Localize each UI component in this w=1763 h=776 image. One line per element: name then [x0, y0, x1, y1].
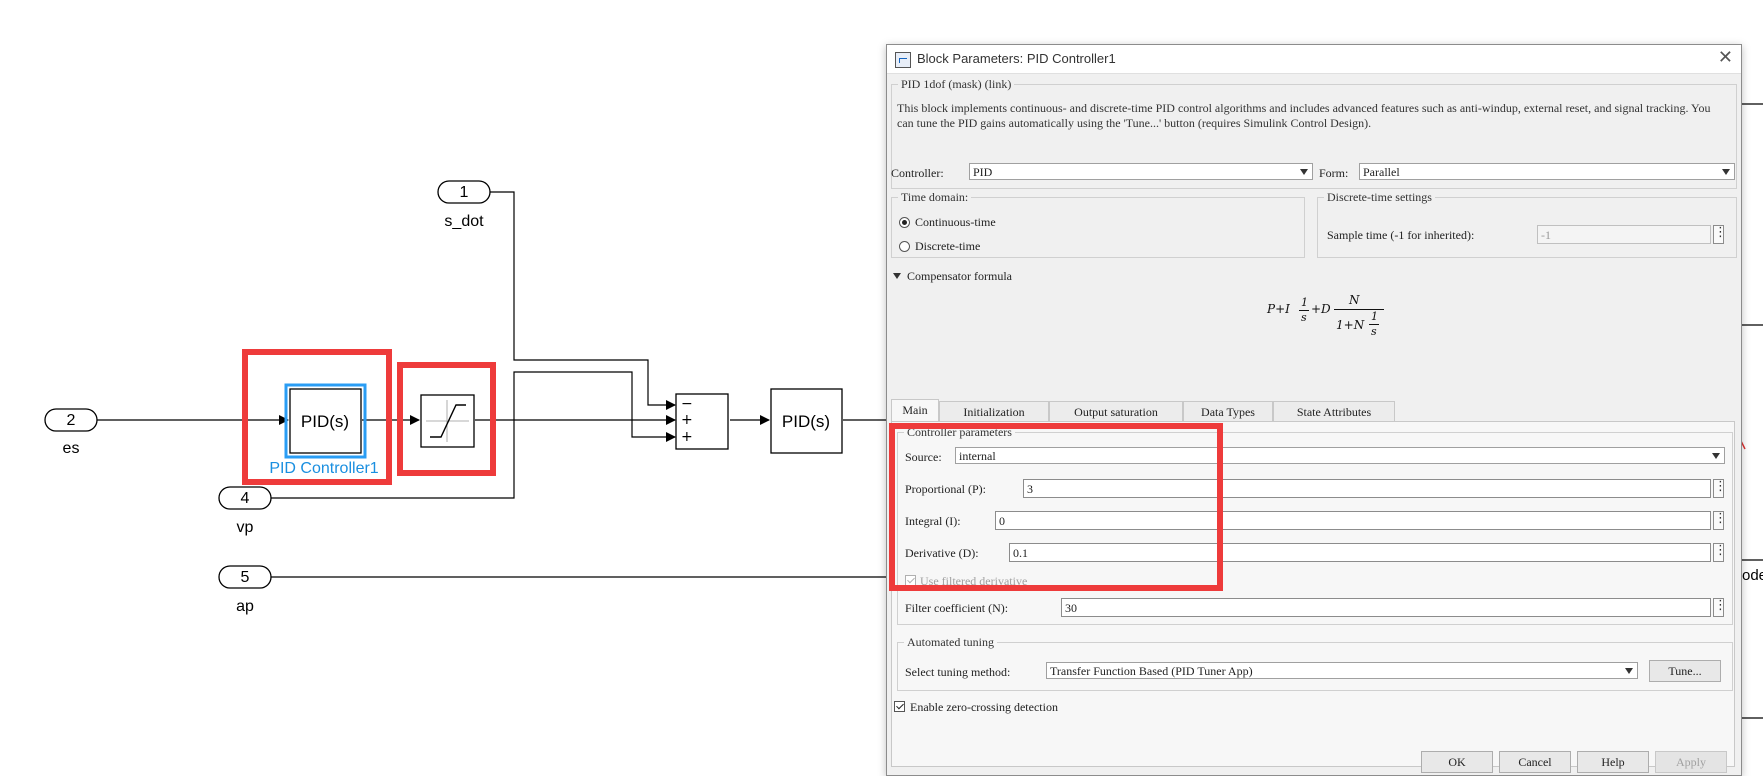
pid-block-name: PID Controller1 [269, 460, 378, 477]
formula-den-frac-num: 1 [1371, 310, 1378, 323]
source-value: internal [959, 449, 996, 463]
tune-button[interactable]: Tune... [1649, 660, 1721, 682]
tuning-method-select[interactable]: Transfer Function Based (PID Tuner App) [1046, 662, 1638, 679]
automated-tuning-title: Automated tuning [907, 635, 994, 649]
form-label: Form: [1319, 166, 1349, 180]
more-options-icon[interactable] [1713, 598, 1724, 617]
inport-number: 4 [241, 490, 250, 507]
controller-label: Controller: [891, 166, 944, 180]
inport-name: s_dot [444, 213, 484, 230]
pid-block-2[interactable]: PID(s) [770, 388, 843, 454]
proportional-field[interactable]: 3 [1023, 479, 1711, 498]
derivative-label: Derivative (D): [905, 546, 979, 560]
tuning-method-label: Select tuning method: [905, 665, 1011, 679]
form-value: Parallel [1363, 165, 1400, 179]
inport-name: vp [237, 519, 254, 536]
more-options-icon[interactable] [1713, 511, 1724, 530]
inport-ap[interactable]: 5 [218, 565, 272, 589]
controller-parameters-title: Controller parameters [907, 425, 1012, 439]
help-button[interactable]: Help [1577, 751, 1649, 773]
sum-sign: − [681, 396, 693, 412]
chevron-down-icon [1722, 169, 1730, 175]
inport-number: 5 [241, 569, 250, 586]
form-select[interactable]: Parallel [1359, 163, 1735, 180]
proportional-label: Proportional (P): [905, 482, 986, 496]
tab-initialization[interactable]: Initialization [939, 401, 1049, 421]
discrete-time-radio[interactable] [899, 241, 910, 252]
collapse-triangle-icon[interactable] [893, 273, 901, 279]
saturation-block[interactable] [420, 394, 475, 448]
sample-time-label: Sample time (-1 for inherited): [1327, 228, 1475, 242]
block-description: This block implements continuous- and di… [897, 101, 1711, 130]
chevron-down-icon [1300, 169, 1308, 175]
filter-coefficient-label: Filter coefficient (N): [905, 601, 1009, 615]
block-parameters-dialog[interactable]: Block Parameters: PID Controller1 ✕ PID … [886, 44, 1742, 776]
formula-frac-num: 1 [1301, 296, 1308, 309]
more-options-icon[interactable] [1713, 225, 1724, 244]
zero-crossing-checkbox[interactable] [894, 701, 905, 712]
mask-group-title: PID 1dof (mask) (link) [901, 77, 1012, 91]
inport-es[interactable]: 2 [44, 408, 98, 432]
source-label: Source: [905, 450, 942, 464]
sum-sign: + [681, 429, 693, 445]
inport-s-dot[interactable]: 1 [437, 180, 491, 204]
tab-main[interactable]: Main [891, 399, 939, 421]
chevron-down-icon [1712, 453, 1720, 459]
pid-controller1-block[interactable]: PID(s) [284, 383, 367, 459]
controller-select[interactable]: PID [969, 163, 1313, 180]
cancel-button[interactable]: Cancel [1499, 751, 1571, 773]
formula-p-i: P+I [1267, 302, 1290, 316]
use-filtered-derivative-label: Use filtered derivative [920, 574, 1028, 588]
discrete-time-settings-group: Discrete-time settings [1317, 190, 1737, 258]
discrete-settings-title: Discrete-time settings [1327, 190, 1432, 204]
derivative-field[interactable]: 0.1 [1009, 543, 1711, 562]
tab-data-types[interactable]: Data Types [1183, 401, 1273, 421]
tuning-method-value: Transfer Function Based (PID Tuner App) [1050, 664, 1253, 678]
filter-coefficient-field[interactable]: 30 [1061, 598, 1711, 617]
formula-den-frac-den: s [1371, 325, 1377, 338]
integral-label: Integral (I): [905, 514, 961, 528]
chevron-down-icon [1625, 668, 1633, 674]
zero-crossing-label: Enable zero-crossing detection [910, 700, 1058, 714]
formula-frac-den: s [1301, 311, 1307, 324]
continuous-time-label: Continuous-time [915, 215, 996, 229]
formula-num: N [1349, 293, 1360, 307]
sum-sign: + [681, 412, 693, 428]
right-edge-lines [1740, 103, 1763, 719]
controller-value: PID [973, 165, 993, 179]
simulink-app-icon [895, 52, 911, 68]
inport-name: es [63, 440, 80, 457]
continuous-time-radio[interactable] [899, 217, 910, 228]
formula-d: +D [1311, 302, 1331, 316]
pid-block-label: PID(s) [301, 412, 349, 431]
compensator-formula-label: Compensator formula [907, 269, 1012, 283]
tab-output-saturation[interactable]: Output saturation [1049, 401, 1183, 421]
formula-den: 1+N [1336, 318, 1365, 332]
sum-block[interactable]: − + + [675, 393, 729, 450]
more-options-icon[interactable] [1713, 479, 1724, 498]
inport-number: 1 [460, 184, 469, 201]
discrete-time-label: Discrete-time [915, 239, 981, 253]
apply-button[interactable]: Apply [1655, 751, 1727, 773]
inport-number: 2 [67, 412, 76, 429]
inport-name: ap [236, 598, 254, 615]
source-select[interactable]: internal [955, 447, 1725, 464]
dialog-titlebar[interactable]: Block Parameters: PID Controller1 ✕ [887, 45, 1741, 74]
ok-button[interactable]: OK [1421, 751, 1493, 773]
pid2-block-label: PID(s) [782, 412, 830, 431]
sample-time-field[interactable]: -1 [1537, 225, 1711, 244]
edge-text: ode [1742, 567, 1763, 584]
time-domain-title: Time domain: [901, 190, 969, 204]
use-filtered-derivative-checkbox[interactable] [905, 575, 916, 586]
close-icon[interactable]: ✕ [1718, 47, 1733, 68]
dialog-title: Block Parameters: PID Controller1 [917, 51, 1116, 66]
more-options-icon[interactable] [1713, 543, 1724, 562]
inport-vp[interactable]: 4 [218, 486, 272, 510]
integral-field[interactable]: 0 [995, 511, 1711, 530]
tab-state-attributes[interactable]: State Attributes [1273, 401, 1395, 421]
